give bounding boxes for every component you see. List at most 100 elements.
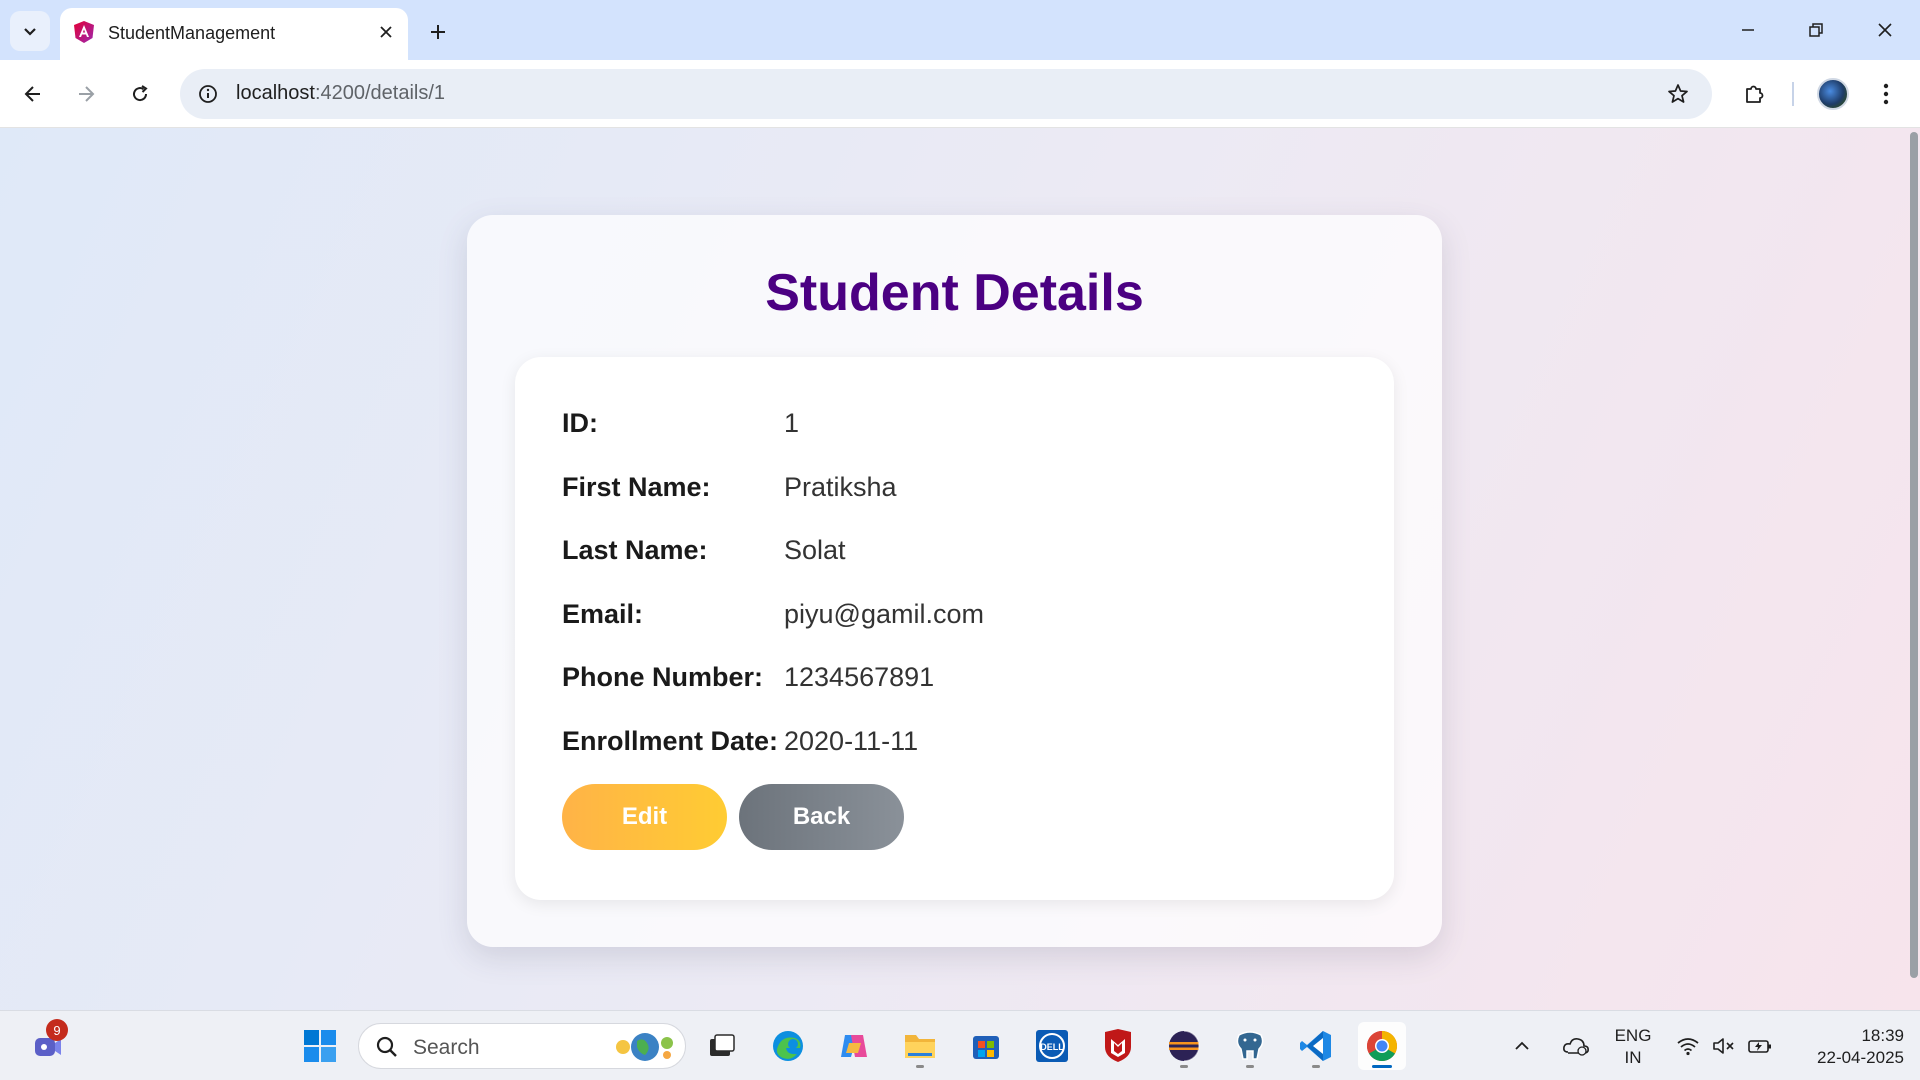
windows-logo-icon (304, 1030, 336, 1062)
taskbar-search-box[interactable]: Search (358, 1023, 686, 1069)
detail-label: Email: (562, 599, 644, 629)
browser-tab-active[interactable]: StudentManagement (60, 8, 408, 60)
volume-muted-icon (1713, 1038, 1734, 1054)
taskbar-postgresql[interactable] (1226, 1022, 1274, 1070)
detail-value: Pratiksha (784, 472, 897, 502)
eclipse-icon (1169, 1030, 1200, 1062)
tab-title: StudentManagement (108, 23, 276, 43)
detail-label: Enrollment Date: (562, 726, 779, 756)
detail-row-first-name: First Name: Pratiksha (562, 472, 1342, 508)
edge-icon (773, 1031, 803, 1061)
close-icon (1878, 23, 1892, 37)
earth-day-icon (616, 1033, 673, 1061)
restore-button[interactable] (1792, 10, 1840, 50)
clock-time: 18:39 (1861, 1026, 1904, 1045)
taskbar-eclipse[interactable] (1160, 1022, 1208, 1070)
site-info-button[interactable] (192, 78, 224, 110)
reload-button[interactable] (120, 74, 160, 114)
extensions-button[interactable] (1734, 74, 1774, 114)
taskbar-ms-store[interactable] (962, 1022, 1010, 1070)
browser-tab-strip: StudentManagement (0, 0, 1920, 60)
detail-row-last-name: Last Name: Solat (562, 535, 1342, 571)
svg-text:DELL: DELL (1040, 1042, 1064, 1052)
back-button[interactable]: Back (739, 784, 904, 850)
wifi-status[interactable] (1670, 1022, 1706, 1070)
arrow-right-icon (79, 86, 95, 102)
scrollbar-thumb[interactable] (1910, 132, 1918, 978)
folder-icon (905, 1035, 935, 1058)
bookmark-button[interactable] (1662, 78, 1694, 110)
onedrive-tray[interactable] (1556, 1022, 1596, 1070)
running-indicator (916, 1065, 924, 1068)
taskbar-copilot[interactable] (830, 1022, 878, 1070)
url-path: :4200/details/1 (314, 82, 446, 104)
puzzle-icon (1746, 85, 1764, 103)
forward-nav-button[interactable] (66, 74, 106, 114)
edit-button[interactable]: Edit (562, 784, 727, 850)
profile-avatar[interactable] (1817, 78, 1849, 110)
toolbar-divider (1792, 82, 1794, 106)
minimize-icon (1742, 29, 1754, 31)
active-indicator (1372, 1065, 1392, 1068)
browser-menu-button[interactable] (1866, 74, 1906, 114)
restore-icon (1809, 23, 1823, 37)
address-bar[interactable]: localhost:4200/details/1 (180, 69, 1712, 119)
dell-icon: DELL (1036, 1030, 1068, 1062)
close-window-button[interactable] (1861, 10, 1909, 50)
clock[interactable]: 18:39 22-04-2025 (1790, 1025, 1904, 1069)
taskbar-file-explorer[interactable] (896, 1022, 944, 1070)
taskbar-dell[interactable]: DELL (1028, 1022, 1076, 1070)
postgresql-elephant-icon (1236, 1031, 1264, 1060)
page-scrollbar[interactable] (1908, 128, 1920, 1010)
page-title: Student Details (765, 264, 1144, 322)
back-nav-button[interactable] (13, 74, 53, 114)
detail-value: 1 (784, 408, 800, 438)
new-tab-button[interactable] (420, 14, 456, 50)
detail-value: 1234567891 (784, 662, 935, 692)
star-icon (1668, 84, 1688, 103)
arrow-left-icon (24, 86, 40, 102)
taskbar-edge[interactable] (764, 1022, 812, 1070)
angular-logo-icon (74, 21, 94, 43)
detail-label: Last Name: (562, 535, 708, 565)
running-indicator (1246, 1065, 1254, 1068)
cloud-sync-icon (1563, 1038, 1589, 1056)
tab-close-button[interactable] (374, 20, 398, 44)
url-host: localhost (236, 82, 315, 104)
minimize-button[interactable] (1724, 10, 1772, 50)
url-text: localhost:4200/details/1 (236, 82, 445, 105)
taskbar-start[interactable] (296, 1022, 344, 1070)
close-icon (380, 26, 392, 38)
details-card: ID: 1 First Name: Pratiksha Last Name: S… (515, 357, 1394, 900)
taskbar-task-view[interactable] (698, 1022, 746, 1070)
kebab-menu-icon (1883, 83, 1889, 105)
notification-badge: 9 (46, 1019, 68, 1041)
battery-status[interactable] (1742, 1022, 1778, 1070)
detail-value: Solat (784, 535, 846, 565)
detail-row-phone: Phone Number: 1234567891 (562, 662, 1342, 698)
volume-status[interactable] (1706, 1022, 1742, 1070)
browser-toolbar: localhost:4200/details/1 (0, 60, 1920, 128)
taskbar-mcafee[interactable] (1094, 1022, 1142, 1070)
taskbar-vscode[interactable] (1292, 1022, 1340, 1070)
search-placeholder: Search (413, 1036, 480, 1059)
chevron-down-icon (24, 28, 36, 36)
running-indicator (1180, 1065, 1188, 1068)
mcafee-shield-icon (1105, 1029, 1131, 1062)
show-hidden-icons-button[interactable] (1502, 1022, 1542, 1070)
task-view-icon (710, 1034, 735, 1056)
reload-icon (133, 85, 148, 102)
taskbar-chrome[interactable] (1358, 1022, 1406, 1070)
tab-search-button[interactable] (10, 11, 50, 51)
input-language[interactable]: ENG IN (1610, 1025, 1656, 1069)
language-code: ENG (1614, 1026, 1652, 1045)
running-indicator (1312, 1065, 1320, 1068)
detail-value: 2020-11-11 (784, 726, 919, 756)
detail-label: ID: (562, 408, 598, 438)
chevron-up-icon (1515, 1041, 1529, 1050)
clock-date: 22-04-2025 (1817, 1048, 1904, 1067)
battery-charging-icon (1748, 1040, 1771, 1053)
windows-taskbar: 9 Search DELL ENG IN 18:39 22-04-2025 (0, 1010, 1920, 1080)
info-icon (199, 85, 217, 103)
search-icon (376, 1036, 397, 1057)
